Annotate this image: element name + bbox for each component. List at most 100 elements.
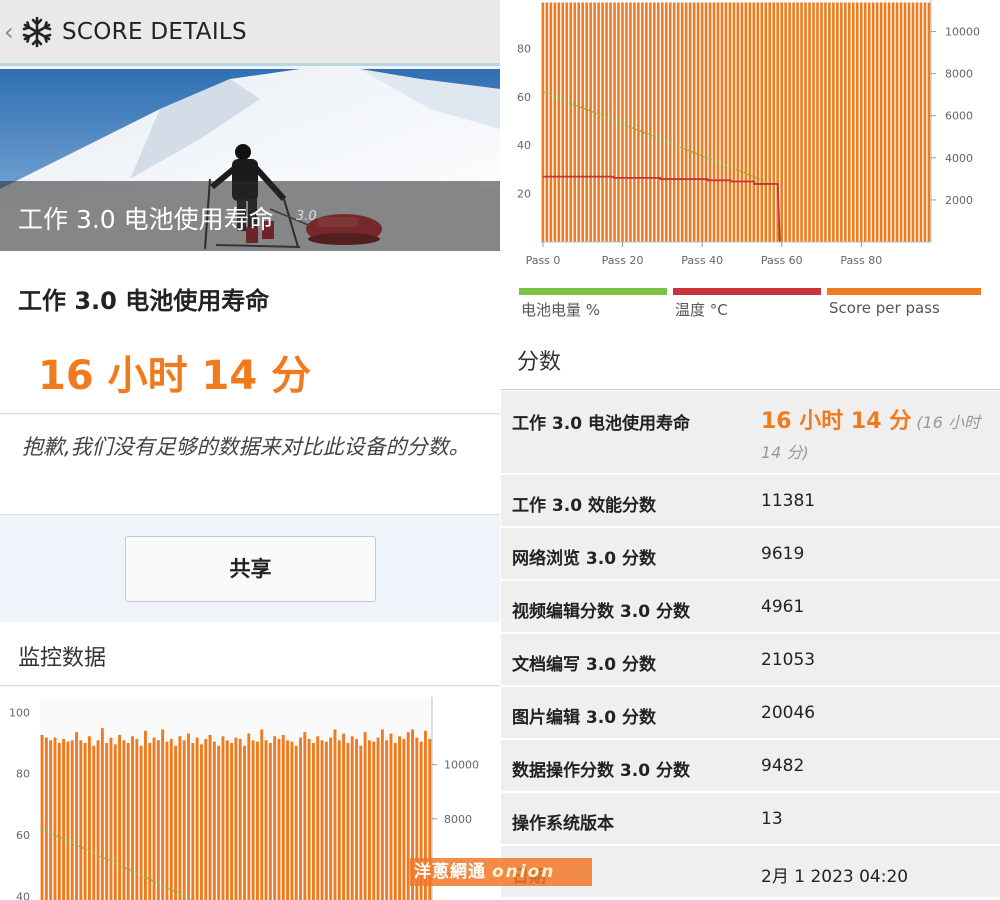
score-bar [118, 734, 122, 900]
score-bar [692, 2, 696, 242]
score-bar [238, 738, 242, 900]
score-bar [367, 740, 371, 900]
score-bar [641, 2, 644, 242]
score-bar [75, 732, 78, 900]
top-bar: ‹ SCORE DETAILS [0, 0, 500, 66]
score-label: 网络浏览 3.0 分数 [512, 549, 656, 569]
battery-life-value: 16 小时 14 分 [761, 409, 912, 434]
score-bar [927, 2, 931, 242]
score-bar [161, 729, 165, 900]
left-tick-label: 60 [517, 91, 531, 104]
score-bar [712, 2, 716, 242]
score-bar [708, 2, 712, 242]
score-bar [273, 736, 277, 900]
score-bar [113, 744, 117, 900]
score-bar [736, 2, 740, 242]
score-bar [883, 2, 887, 242]
score-bar [752, 2, 756, 242]
legend-item-battery: 电池电量 % [519, 288, 667, 319]
score-bar [105, 743, 109, 900]
score-bar [557, 2, 561, 242]
score-bar [57, 743, 61, 900]
score-row: 工作 3.0 电池使用寿命 16 小时 14 分 (16 小时 14 分) [501, 391, 1000, 475]
score-value: 13 [761, 809, 783, 829]
hero-version: 3.0 [296, 209, 317, 224]
right-panel: 20 40 60 80 2000 4000 6000 8000 10000 Pass 0 Pass … [501, 0, 1000, 900]
score-bar [828, 2, 831, 242]
score-bar [796, 2, 799, 242]
score-bar [316, 736, 320, 900]
score-bar [867, 2, 871, 242]
score-bar [720, 2, 724, 242]
score-row: 视频编辑分数 3.0 分数 4961 [501, 581, 1000, 634]
right-monitoring-chart: 20 40 60 80 2000 4000 6000 8000 10000 Pass 0 Pass … [501, 0, 1000, 280]
score-bar [92, 745, 96, 900]
score-bar [593, 2, 596, 242]
score-bar [230, 743, 234, 900]
chevron-left-icon[interactable]: ‹ [4, 18, 18, 46]
score-bar [812, 2, 815, 242]
result-value: 16 小时 14 分 [38, 353, 312, 399]
hero-title: 工作 3.0 电池使用寿命 [18, 205, 274, 234]
score-bar [234, 737, 238, 900]
score-bar [629, 2, 632, 242]
score-bar [208, 734, 212, 900]
score-bar [182, 740, 186, 900]
score-bar [217, 745, 221, 900]
score-bar [307, 738, 311, 900]
scores-title: 分数 [517, 350, 562, 375]
score-bar [625, 2, 628, 242]
score-bar [844, 2, 847, 242]
score-bar [768, 2, 772, 242]
score-row: 文档编写 3.0 分数 21053 [501, 634, 1000, 687]
score-bar [187, 733, 190, 900]
score-bar [613, 2, 616, 242]
score-bar [294, 745, 298, 900]
score-bar [836, 2, 839, 242]
score-bar [549, 2, 553, 242]
score-bar [389, 733, 393, 900]
score-bar [875, 2, 879, 242]
score-bar [688, 2, 692, 242]
share-area: 共享 [0, 516, 500, 622]
score-bar [96, 740, 100, 900]
right-tick-label: 8000 [945, 68, 973, 81]
score-bar [545, 2, 549, 242]
score-bar [899, 2, 903, 242]
x-tick-label: Pass 20 [602, 254, 644, 267]
right-chart-svg: 20 40 60 80 2000 4000 6000 8000 10000 Pass 0 Pass … [517, 0, 980, 267]
score-bar [788, 2, 791, 242]
score-label: 文档编写 3.0 分数 [512, 655, 656, 675]
score-bar [346, 743, 350, 900]
watermark-text: 洋蔥網通 [414, 862, 486, 882]
score-bar [633, 2, 636, 242]
score-bar [191, 743, 195, 900]
score-row: 图片编辑 3.0 分数 20046 [501, 687, 1000, 740]
score-bar [700, 2, 704, 242]
score-bar [621, 2, 624, 242]
score-label: 工作 3.0 电池使用寿命 [512, 414, 690, 434]
score-bar [251, 740, 255, 900]
left-tick-label: 80 [517, 42, 531, 55]
score-bar [40, 734, 44, 900]
score-bar [565, 2, 569, 242]
score-bar [83, 743, 87, 900]
score-bar [704, 2, 708, 242]
score-table: 工作 3.0 电池使用寿命 16 小时 14 分 (16 小时 14 分) 工作… [501, 391, 1000, 899]
score-value: 9482 [761, 756, 805, 776]
scores-header: 分数 [501, 330, 1000, 390]
score-bar [372, 741, 376, 900]
score-bar [637, 2, 640, 242]
x-tick-label: Pass 40 [681, 254, 723, 267]
score-bar [561, 2, 565, 242]
share-button[interactable]: 共享 [125, 536, 376, 602]
right-tick-label: 2000 [945, 194, 973, 207]
legend-label-temperature: 温度 °C [675, 301, 728, 319]
score-value: 20046 [761, 703, 816, 723]
left-tick-label: 40 [16, 890, 30, 900]
left-tick-label: 60 [16, 829, 30, 842]
score-bar [569, 2, 573, 242]
legend-swatch-score [827, 288, 981, 295]
monitoring-title: 监控数据 [18, 646, 107, 671]
score-bar [264, 740, 268, 900]
